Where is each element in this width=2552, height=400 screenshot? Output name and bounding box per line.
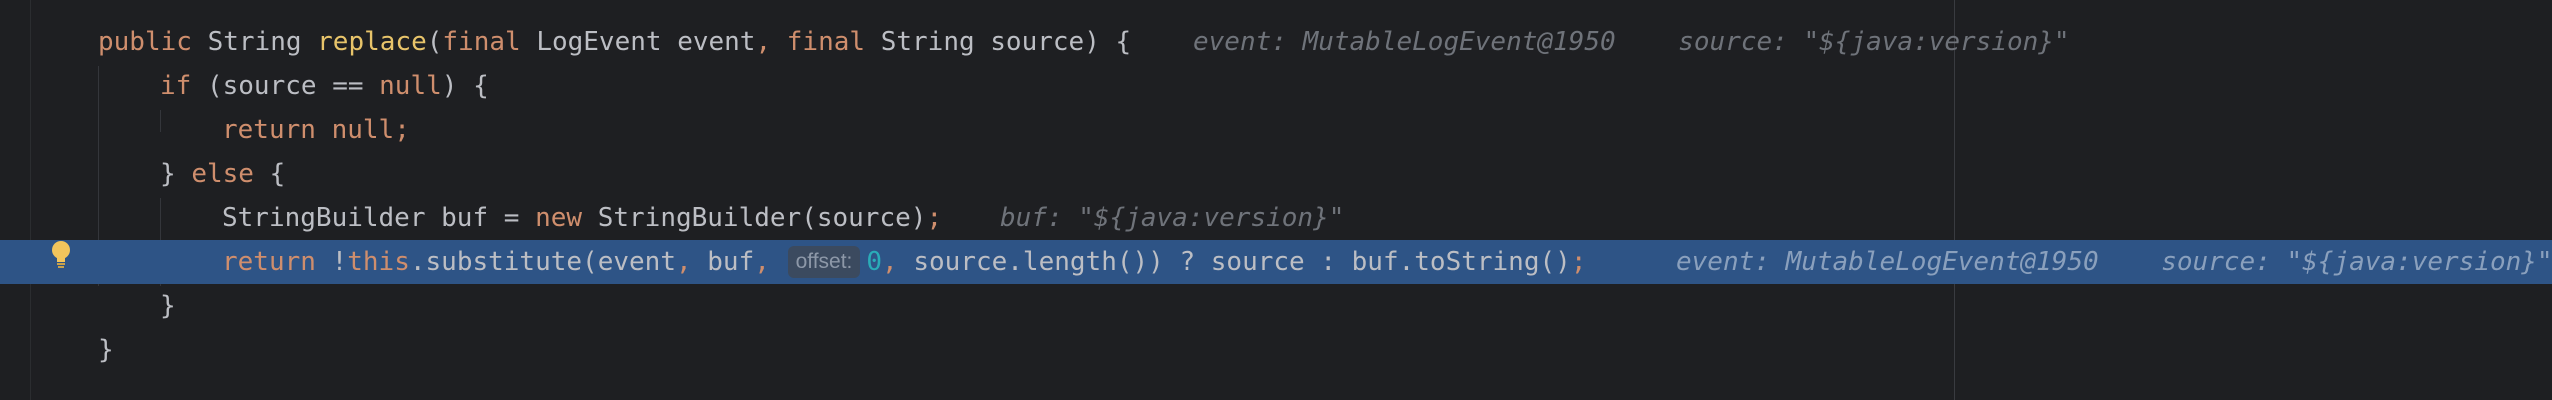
code-text: } else { <box>160 152 285 196</box>
code-text: return !this.substitute(event, buf, offs… <box>222 240 1586 284</box>
code-token: new <box>535 203 598 233</box>
code-token: else <box>191 159 270 189</box>
code-token: } <box>98 335 114 365</box>
code-token: ( <box>426 27 443 57</box>
code-token: return <box>222 247 332 277</box>
code-text: if (source == null) { <box>160 64 489 108</box>
code-token: , <box>754 247 786 277</box>
code-token: final <box>442 27 537 57</box>
code-text: StringBuilder buf = new StringBuilder(so… <box>222 196 942 240</box>
code-line[interactable]: StringBuilder buf = new StringBuilder(so… <box>0 196 2552 240</box>
code-token: StringBuilder(source) <box>597 203 927 233</box>
code-token: } <box>160 159 192 189</box>
code-token: null <box>379 71 442 101</box>
code-token: StringBuilder buf = <box>222 203 536 233</box>
code-token: String source) { <box>880 27 1132 57</box>
code-line[interactable]: } <box>0 284 2552 328</box>
code-token: return null <box>222 115 395 145</box>
parameter-name-hint: offset: <box>787 246 861 278</box>
code-line[interactable]: } else { <box>0 152 2552 196</box>
code-text: } <box>160 284 176 328</box>
code-text: return null; <box>222 108 410 152</box>
debugger-inline-values: buf: "${java:version}" <box>1000 203 1345 233</box>
code-token: , <box>882 247 914 277</box>
code-token: replace <box>317 27 427 57</box>
code-token: ; <box>926 203 943 233</box>
code-editor[interactable]: public String replace(final LogEvent eve… <box>0 0 2552 400</box>
code-token: ; <box>1570 247 1587 277</box>
execution-gutter-marker <box>0 240 30 284</box>
code-token: if <box>160 71 207 101</box>
code-token: ! <box>331 247 348 277</box>
code-token: String <box>207 27 318 57</box>
code-token: source.length()) ? source : buf.toString… <box>913 247 1571 277</box>
code-token: this <box>347 247 410 277</box>
code-line[interactable]: return null; <box>0 108 2552 152</box>
code-token: ) { <box>441 71 489 101</box>
code-token: .substitute(event <box>409 247 676 277</box>
code-token: final <box>786 27 881 57</box>
code-line[interactable]: if (source == null) { <box>0 64 2552 108</box>
code-token: , <box>755 27 787 57</box>
code-text: public String replace(final LogEvent eve… <box>98 20 1131 64</box>
code-token: public <box>98 27 208 57</box>
code-text: } <box>98 328 114 372</box>
debugger-inline-values: event: MutableLogEvent@1950 source: "${j… <box>1676 247 2552 277</box>
code-token: (source == <box>206 71 380 101</box>
code-token: LogEvent event <box>536 27 756 57</box>
code-token: buf <box>707 247 755 277</box>
code-line[interactable]: } <box>0 328 2552 372</box>
lightbulb-icon[interactable] <box>50 240 72 270</box>
code-token: , <box>675 247 708 277</box>
execution-line[interactable]: return !this.substitute(event, buf, offs… <box>0 240 2552 284</box>
code-token: ; <box>394 115 410 145</box>
code-token: { <box>269 159 286 189</box>
code-token: } <box>160 291 176 321</box>
debugger-inline-values: event: MutableLogEvent@1950 source: "${j… <box>1193 27 2070 57</box>
code-line[interactable]: public String replace(final LogEvent eve… <box>0 20 2552 64</box>
code-token: 0 <box>866 247 883 277</box>
